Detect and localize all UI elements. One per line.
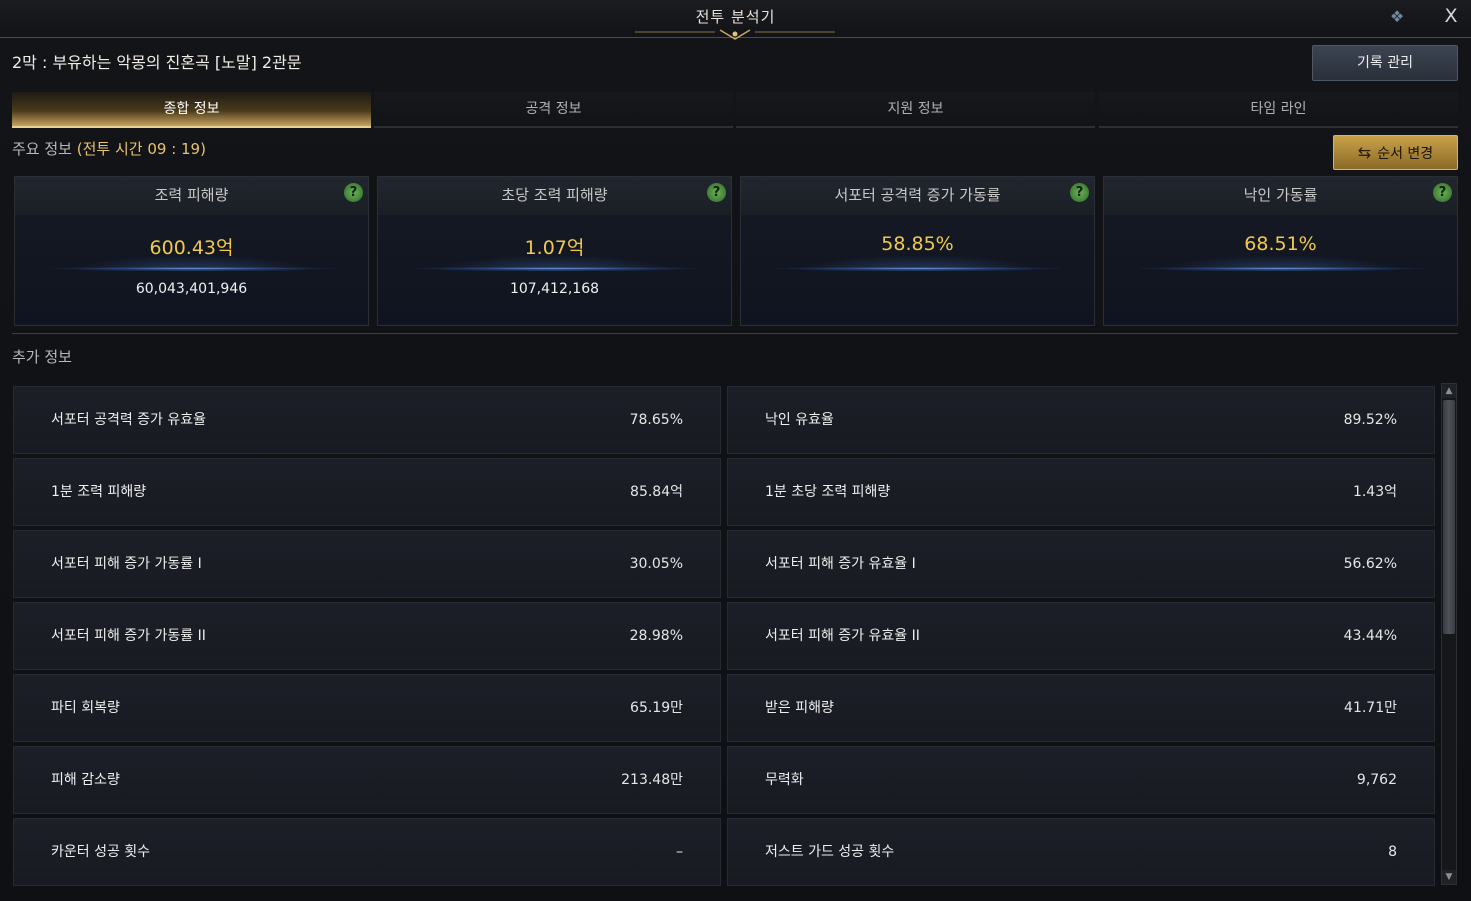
stat-row: 낙인 유효율 89.52% (727, 386, 1435, 454)
main-info-title: 주요 정보 (12, 140, 72, 158)
card-glow-line (1139, 267, 1424, 270)
dungeon-title: 2막 : 부유하는 악몽의 진혼곡 [노말] 2관문 (12, 53, 302, 72)
stat-value: 78.65% (629, 412, 683, 428)
stat-row: 카운터 성공 횟수 – (13, 818, 721, 886)
stat-value: 43.44% (1343, 628, 1397, 644)
stat-name: 받은 피해량 (765, 700, 834, 716)
stat-value: 85.84억 (630, 484, 683, 500)
extra-info-label: 추가 정보 (12, 348, 72, 366)
stat-name: 1분 초당 조력 피해량 (765, 484, 891, 500)
stat-name: 저스트 가드 성공 횟수 (765, 844, 895, 860)
card-glow-line (50, 267, 335, 270)
stat-value: 89.52% (1343, 412, 1397, 428)
stat-row: 받은 피해량 41.71만 (727, 674, 1435, 742)
tab-support[interactable]: 지원 정보 (736, 92, 1095, 128)
swap-icon: ⇆ (1357, 143, 1372, 162)
scrollbar[interactable]: ▲ ▼ (1441, 383, 1457, 885)
help-icon[interactable]: ? (1433, 183, 1452, 202)
card-glow-line (413, 267, 698, 270)
tab-timeline[interactable]: 타임 라인 (1099, 92, 1458, 128)
scroll-thumb[interactable] (1443, 400, 1455, 634)
stat-name: 서포터 피해 증가 유효율 I (765, 556, 916, 572)
stat-value: 56.62% (1343, 556, 1397, 572)
help-icon[interactable]: ? (1070, 183, 1089, 202)
stat-name: 파티 회복량 (51, 700, 120, 716)
stat-value: 30.05% (629, 556, 683, 572)
title-ornament-icon (635, 29, 835, 40)
title-bar: 전투 분석기 ❖ X (0, 0, 1471, 40)
combat-analyzer-window: 전투 분석기 ❖ X 2막 : 부유하는 악몽의 진혼곡 [노말] 2관문 기록… (0, 0, 1471, 901)
stat-row: 피해 감소량 213.48만 (13, 746, 721, 814)
stat-row: 무력화 9,762 (727, 746, 1435, 814)
stat-row: 파티 회복량 65.19만 (13, 674, 721, 742)
stat-row: 서포터 피해 증가 유효율 II 43.44% (727, 602, 1435, 670)
card-subvalue: 60,043,401,946 (135, 281, 248, 297)
battle-time: (전투 시간 09 : 19) (76, 140, 206, 158)
stat-row: 저스트 가드 성공 횟수 8 (727, 818, 1435, 886)
stat-row: 서포터 공격력 증가 유효율 78.65% (13, 386, 721, 454)
help-icon[interactable]: ? (707, 183, 726, 202)
stat-value: – (676, 844, 683, 860)
change-order-label: 순서 변경 (1377, 146, 1434, 162)
change-order-button[interactable]: ⇆ 순서 변경 (1333, 135, 1458, 170)
stat-row: 서포터 피해 증가 가동률 I 30.05% (13, 530, 721, 598)
stat-row: 1분 조력 피해량 85.84억 (13, 458, 721, 526)
record-manage-button[interactable]: 기록 관리 (1312, 45, 1458, 81)
card-title: 초당 조력 피해량 (378, 177, 731, 215)
stat-name: 1분 조력 피해량 (51, 484, 147, 500)
card-supporter-attack-uptime: 서포터 공격력 증가 가동률 ? 58.85% (740, 176, 1095, 326)
card-value: 68.51% (1244, 233, 1317, 255)
card-brand-uptime: 낙인 가동률 ? 68.51% (1103, 176, 1458, 326)
stat-row: 서포터 피해 증가 가동률 II 28.98% (13, 602, 721, 670)
emblem-icon: ❖ (1389, 7, 1405, 26)
card-value: 58.85% (881, 233, 954, 255)
window-title: 전투 분석기 (695, 8, 776, 26)
main-info-label: 주요 정보 (전투 시간 09 : 19) (12, 138, 206, 159)
tab-attack[interactable]: 공격 정보 (374, 92, 733, 128)
section-divider (12, 333, 1458, 334)
stat-value: 28.98% (629, 628, 683, 644)
scroll-down-icon[interactable]: ▼ (1442, 870, 1456, 884)
card-title: 조력 피해량 (15, 177, 368, 215)
card-subvalue: 107,412,168 (509, 281, 600, 297)
stat-name: 서포터 피해 증가 유효율 II (765, 628, 920, 644)
stat-name: 낙인 유효율 (765, 412, 834, 428)
stat-name: 서포터 피해 증가 가동률 II (51, 628, 206, 644)
card-assist-dps: 초당 조력 피해량 ? 1.07억 107,412,168 (377, 176, 732, 326)
tab-overview[interactable]: 종합 정보 (12, 92, 371, 128)
stat-row: 서포터 피해 증가 유효율 I 56.62% (727, 530, 1435, 598)
card-assist-damage: 조력 피해량 ? 600.43억 60,043,401,946 (14, 176, 369, 326)
stat-name: 피해 감소량 (51, 772, 120, 788)
help-icon[interactable]: ? (344, 183, 363, 202)
stat-value: 213.48만 (621, 772, 683, 788)
stat-value: 1.43억 (1352, 484, 1397, 500)
tab-bar: 종합 정보 공격 정보 지원 정보 타임 라인 (12, 92, 1458, 128)
close-button[interactable]: X (1440, 5, 1462, 27)
card-glow-line (776, 267, 1061, 270)
stat-value: 8 (1388, 844, 1397, 860)
stat-name: 무력화 (765, 772, 804, 788)
stat-value: 65.19만 (630, 700, 683, 716)
stat-row: 1분 초당 조력 피해량 1.43억 (727, 458, 1435, 526)
stat-value: 9,762 (1356, 772, 1397, 788)
stat-name: 서포터 피해 증가 가동률 I (51, 556, 202, 572)
card-title: 낙인 가동률 (1104, 177, 1457, 215)
stat-name: 카운터 성공 횟수 (51, 844, 151, 860)
stat-value: 41.71만 (1344, 700, 1397, 716)
scroll-up-icon[interactable]: ▲ (1442, 384, 1456, 398)
stat-name: 서포터 공격력 증가 유효율 (51, 412, 207, 428)
card-title: 서포터 공격력 증가 가동률 (741, 177, 1094, 215)
